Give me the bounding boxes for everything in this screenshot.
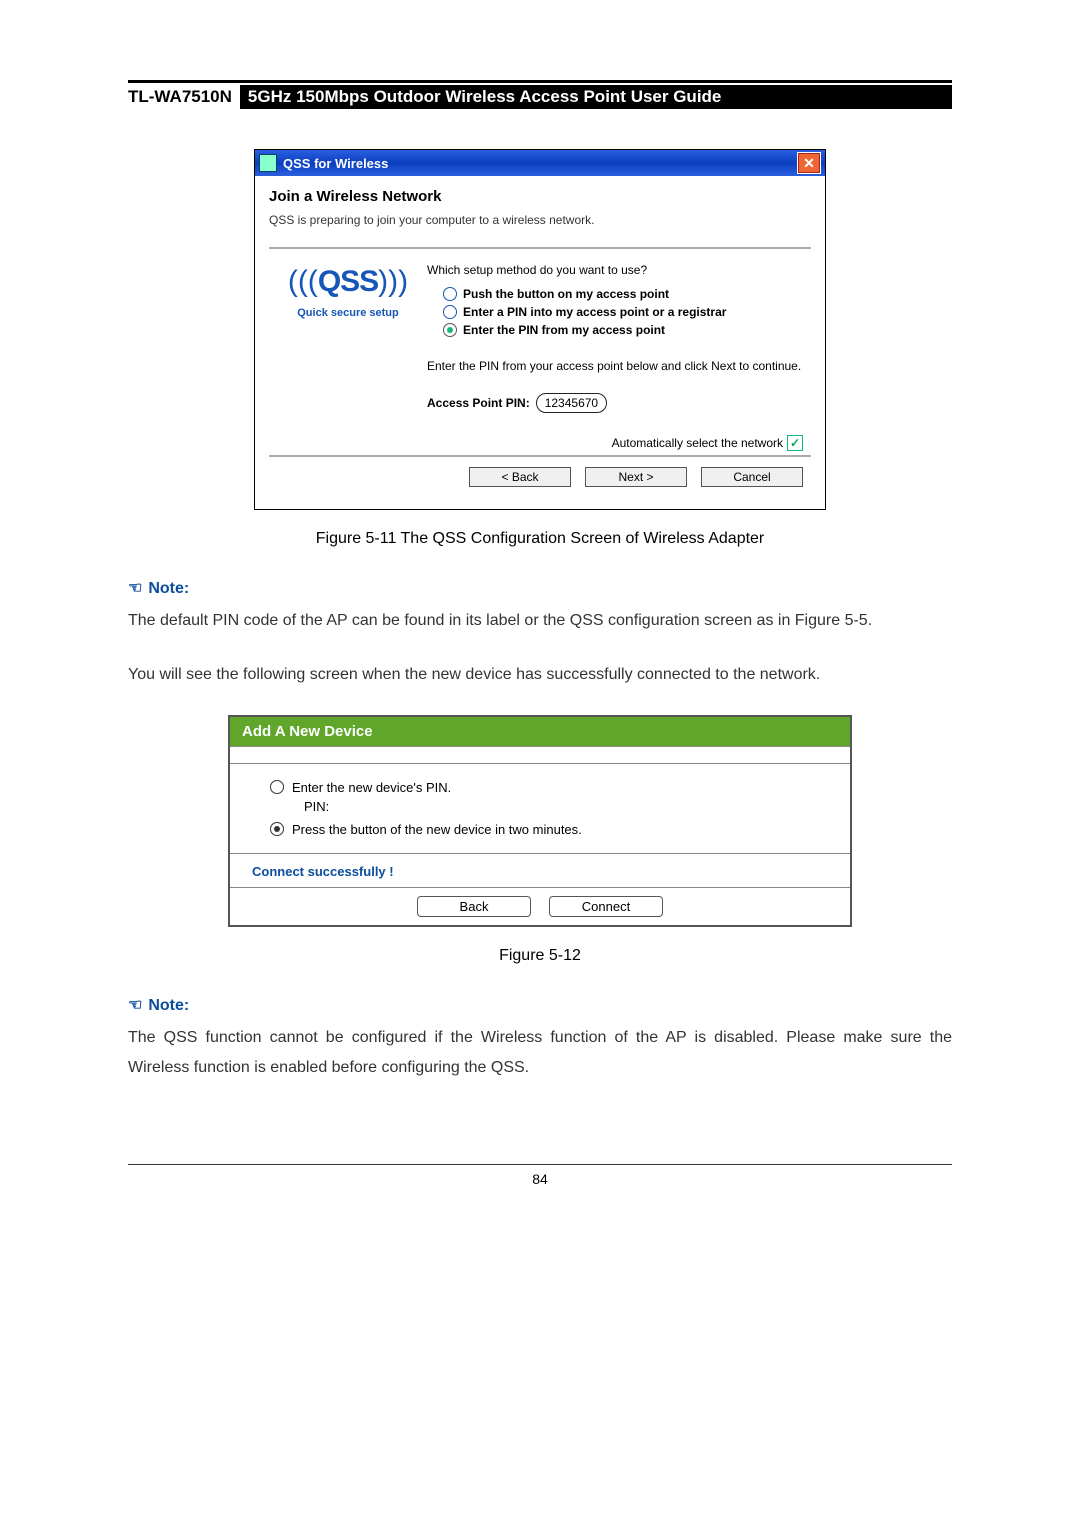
option-enter-device-pin[interactable]: Enter the new device's PIN. [248,776,832,799]
pin-label: Access Point PIN: [427,396,530,410]
app-icon [259,154,277,172]
body-paragraph: You will see the following screen when t… [128,660,952,690]
radio-icon [443,305,457,319]
note-text-2: The QSS function cannot be configured if… [128,1023,952,1084]
next-button[interactable]: Next > [585,467,687,487]
pin-input[interactable]: 12345670 [536,393,607,413]
figure-caption-2: Figure 5-12 [128,947,952,965]
hand-icon: ☞ [128,995,142,1015]
add-device-title: Add A New Device [230,717,850,746]
radio-icon [270,780,284,794]
option-press-button[interactable]: Press the button of the new device in tw… [248,818,832,841]
titlebar: QSS for Wireless ✕ [255,150,825,176]
option-push-button[interactable]: Push the button on my access point [427,285,803,303]
option-enter-pin-ap[interactable]: Enter the PIN from my access point [427,321,803,339]
option-enter-pin-registrar[interactable]: Enter a PIN into my access point or a re… [427,303,803,321]
back-button[interactable]: < Back [469,467,571,487]
d2-option1-label: Enter the new device's PIN. [292,780,451,795]
hand-icon: ☞ [128,578,142,598]
page-header: TL-WA7510N 5GHz 150Mbps Outdoor Wireless… [128,85,952,109]
option1-label: Push the button on my access point [463,287,669,301]
model-label: TL-WA7510N [128,85,240,109]
close-icon[interactable]: ✕ [797,152,821,174]
note-text-1: The default PIN code of the AP can be fo… [128,606,952,636]
window-title: QSS for Wireless [283,156,388,171]
figure-caption-1: Figure 5-11 The QSS Configuration Screen… [128,530,952,548]
qss-dialog: QSS for Wireless ✕ Join a Wireless Netwo… [254,149,826,510]
pin-instruction: Enter the PIN from your access point bel… [427,359,803,373]
radio-icon [443,287,457,301]
note-heading-1: ☞Note: [128,578,952,598]
add-device-dialog: Add A New Device Enter the new device's … [228,715,852,927]
auto-select-label: Automatically select the network [612,436,783,450]
radio-icon [443,323,457,337]
qss-tagline: Quick secure setup [273,307,423,319]
note-heading-2: ☞Note: [128,995,952,1015]
qss-logo: (((QSS))) [273,267,423,297]
option3-label: Enter the PIN from my access point [463,323,665,337]
option2-label: Enter a PIN into my access point or a re… [463,305,726,319]
join-subheading: QSS is preparing to join your computer t… [269,213,811,227]
page-number: 84 [128,1164,952,1187]
setup-question: Which setup method do you want to use? [427,263,803,277]
radio-icon [270,822,284,836]
connect-button[interactable]: Connect [549,896,663,917]
device-pin-label: PIN: [248,799,832,814]
d2-option2-label: Press the button of the new device in tw… [292,822,582,837]
guide-title: 5GHz 150Mbps Outdoor Wireless Access Poi… [240,85,952,109]
cancel-button[interactable]: Cancel [701,467,803,487]
auto-select-checkbox[interactable]: ✓ [787,435,803,451]
connect-status: Connect successfully ! [230,853,850,888]
join-heading: Join a Wireless Network [269,188,811,205]
back-button-2[interactable]: Back [417,896,531,917]
